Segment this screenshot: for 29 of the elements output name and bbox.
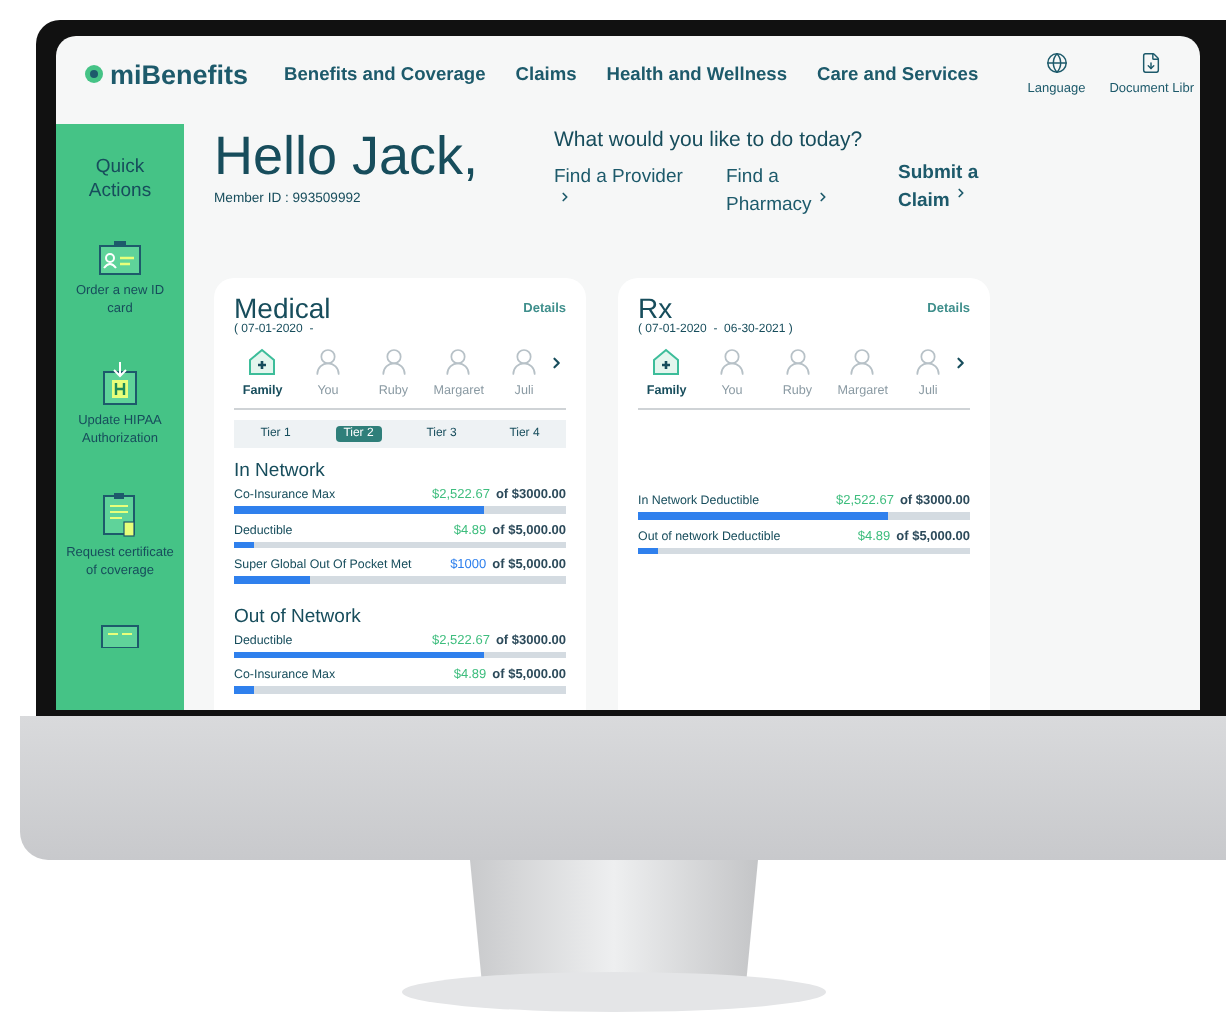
document-upload-icon[interactable] [102, 362, 138, 406]
quick-link[interactable]: Find a Pharmacy [726, 164, 862, 218]
sidebar-title: Quick Actions [86, 156, 154, 204]
globe-icon[interactable] [1045, 52, 1068, 74]
card-title: Medical [234, 294, 331, 324]
chevron-right-icon [953, 186, 968, 200]
section-heading: Out of Network [234, 605, 363, 627]
nav-link[interactable]: Benefits and Coverage [284, 64, 486, 84]
quick-link[interactable]: Submit a Claim [898, 160, 1034, 218]
greeting-title: Hello Jack, [214, 124, 481, 188]
chevron-right-icon [815, 190, 830, 204]
quick-link[interactable]: Find a Provider [554, 164, 690, 218]
section-heading: In Network [234, 460, 327, 482]
house-plus-icon [246, 346, 279, 378]
chevron-right-icon[interactable] [548, 354, 566, 372]
house-plus-icon [650, 346, 683, 378]
nav-link[interactable]: Health and Wellness [606, 64, 788, 84]
chevron-right-icon[interactable] [952, 354, 970, 372]
chevron-right-icon [558, 190, 572, 204]
card-title: Rx [638, 294, 673, 324]
nav-link[interactable]: Claims [515, 64, 577, 84]
id-card-icon[interactable] [98, 240, 142, 276]
logo[interactable]: miBenefits [110, 59, 249, 89]
document-icon[interactable] [102, 492, 138, 538]
nav-link[interactable]: Care and Services [817, 64, 979, 84]
quick-links-prompt: What would you like to do today? [554, 128, 865, 152]
card-icon[interactable] [100, 624, 140, 648]
logo-icon [84, 64, 104, 84]
document-download-icon[interactable] [1140, 52, 1163, 74]
